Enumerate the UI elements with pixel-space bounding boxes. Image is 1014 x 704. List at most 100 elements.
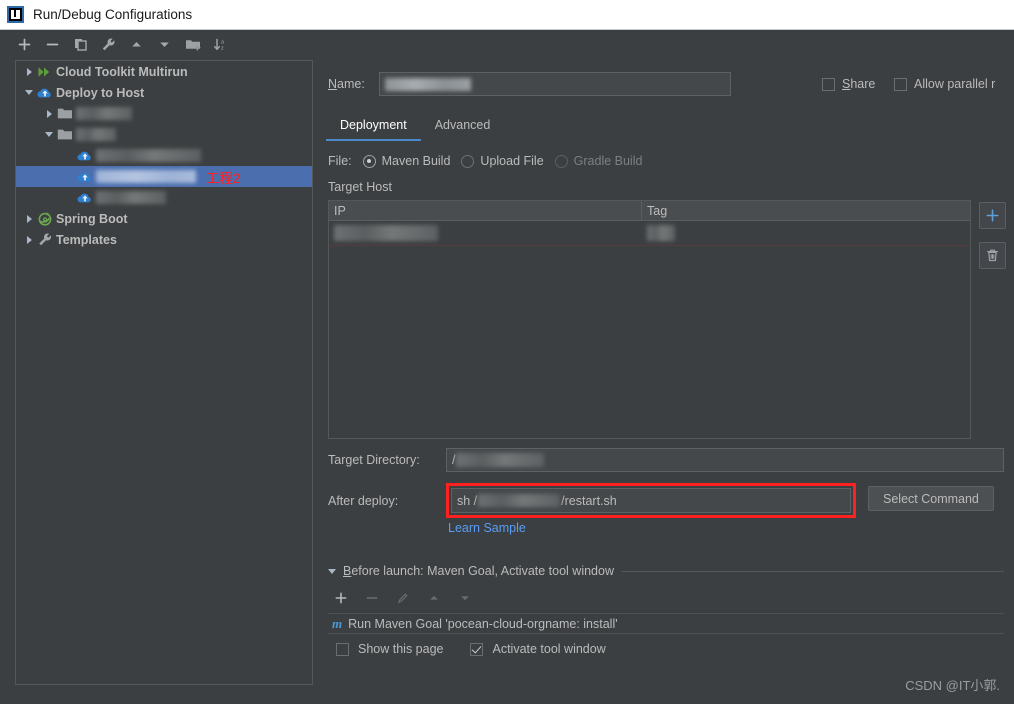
name-input[interactable] [378, 72, 731, 96]
maven-m-icon: m [332, 615, 343, 631]
allow-parallel-run-checkbox-row[interactable]: Allow parallel r [894, 77, 995, 91]
move-task-down-button [456, 590, 473, 607]
radio-gradle-build-control[interactable] [554, 154, 568, 168]
folder-icon [56, 106, 73, 122]
chevron-right-icon[interactable] [22, 233, 36, 247]
allow-parallel-run-checkbox[interactable] [894, 77, 907, 91]
tree-item-redacted-label [76, 128, 116, 141]
activate-tool-window-label: Activate tool window [492, 642, 606, 656]
table-cell-tag-redacted [647, 225, 675, 241]
before-launch-header[interactable]: Before launch: Maven Goal, Activate tool… [328, 564, 1004, 578]
after-deploy-label: After deploy: [328, 493, 399, 508]
share-checkbox[interactable] [822, 77, 835, 91]
select-command-button[interactable]: Select Command [868, 486, 994, 511]
target-host-table[interactable]: IP Tag [328, 200, 971, 439]
column-header-ip[interactable]: IP [329, 201, 642, 220]
pencil-icon [394, 590, 411, 607]
copy-configuration-button[interactable] [72, 36, 89, 53]
radio-maven-build-label: Maven Build [381, 154, 451, 168]
window-title: Run/Debug Configurations [33, 7, 193, 22]
tree-item-label: Deploy to Host [56, 85, 145, 100]
sort-az-icon[interactable]: a z [212, 36, 229, 53]
move-up-button[interactable] [128, 36, 145, 53]
radio-upload-file-control[interactable] [461, 154, 475, 168]
share-checkbox-row[interactable]: Share [822, 77, 875, 91]
tree-item[interactable]: Spring Boot [16, 208, 312, 229]
before-launch-item-label: Run Maven Goal 'pocean-cloud-orgname: in… [348, 616, 618, 631]
target-directory-input[interactable]: / [446, 448, 1004, 472]
remove-task-button [363, 590, 380, 607]
table-row[interactable] [329, 221, 970, 246]
radio-maven-build[interactable]: Maven Build [362, 154, 451, 168]
activate-tool-window-checkbox[interactable] [470, 642, 484, 656]
tree-item-label: Templates [56, 232, 117, 247]
radio-gradle-build[interactable]: Gradle Build [554, 154, 643, 168]
add-task-button[interactable] [332, 590, 349, 607]
editor-tabs: Deployment Advanced [326, 115, 504, 141]
add-host-button[interactable] [979, 202, 1006, 229]
tree-item[interactable]: Deploy to Host [16, 82, 312, 103]
radio-maven-build-control[interactable] [362, 154, 376, 168]
configurations-tree[interactable]: Cloud Toolkit Multirun Deploy to Host 工程2 S… [15, 60, 313, 685]
watermark: CSDN @IT小郭. [905, 678, 1000, 693]
chevron-down-icon[interactable] [42, 128, 56, 142]
before-launch-list[interactable]: m Run Maven Goal 'pocean-cloud-orgname: … [328, 613, 1004, 634]
tree-item-annotation: 工程2 [206, 170, 241, 186]
delete-host-button[interactable] [979, 242, 1006, 269]
remove-configuration-button[interactable] [44, 36, 61, 53]
wrench-icon[interactable] [100, 36, 117, 53]
tab-advanced[interactable]: Advanced [421, 115, 505, 141]
tree-item[interactable] [16, 124, 312, 145]
column-header-tag[interactable]: Tag [642, 201, 970, 220]
tree-item[interactable]: Cloud Toolkit Multirun [16, 61, 312, 82]
allow-parallel-run-label: Allow parallel r [914, 77, 996, 91]
learn-sample-link[interactable]: Learn Sample [448, 521, 526, 535]
before-launch-options: Show this page Activate tool window [336, 642, 606, 656]
tree-item[interactable]: 工程2 [16, 166, 312, 187]
show-this-page-checkbox[interactable] [336, 642, 349, 656]
chevron-right-icon[interactable] [22, 212, 36, 226]
after-deploy-input[interactable]: sh / /restart.sh [451, 488, 851, 513]
window-titlebar: Run/Debug Configurations [0, 0, 1014, 30]
chevron-right-icon[interactable] [22, 65, 36, 79]
after-deploy-prefix: sh / [457, 493, 478, 508]
tree-item-redacted-label [96, 149, 201, 162]
tree-item[interactable] [16, 103, 312, 124]
tree-item-redacted-label [96, 191, 166, 204]
wrench-icon [36, 232, 53, 248]
tree-item[interactable] [16, 145, 312, 166]
table-cell-ip[interactable] [329, 221, 642, 246]
after-deploy-highlight: sh / /restart.sh [446, 483, 856, 518]
target-host-label: Target Host [328, 180, 392, 194]
tab-deployment[interactable]: Deployment [326, 115, 421, 141]
chevron-down-icon[interactable] [22, 86, 36, 100]
tree-item[interactable]: Templates [16, 229, 312, 250]
name-label: Name: [328, 77, 365, 91]
tree-item[interactable] [16, 187, 312, 208]
folder-add-icon[interactable] [184, 36, 201, 53]
tree-item-label: Cloud Toolkit Multirun [56, 64, 188, 79]
name-row: Name: [328, 72, 731, 96]
cloud-blue-icon [76, 190, 93, 206]
cloud-blue-icon [36, 85, 53, 101]
add-configuration-button[interactable] [16, 36, 33, 53]
target-directory-redacted [456, 453, 545, 467]
after-deploy-suffix: /restart.sh [561, 493, 617, 508]
name-redacted-value [384, 77, 471, 91]
folder-icon [56, 127, 73, 143]
table-cell-tag[interactable] [642, 221, 970, 246]
target-directory-value: / [452, 453, 456, 467]
move-down-button[interactable] [156, 36, 173, 53]
chevron-down-icon[interactable] [328, 568, 336, 574]
radio-upload-file-label: Upload File [480, 154, 544, 168]
tree-twisty-spacer [62, 170, 76, 184]
share-label: Share [842, 77, 876, 91]
tree-item-redacted-label [76, 107, 132, 120]
configurations-pane: a z Cloud Toolkit Multirun Deploy to Host… [0, 30, 318, 704]
cloud-blue-icon [76, 148, 93, 164]
radio-upload-file[interactable]: Upload File [461, 154, 544, 168]
radio-gradle-build-label: Gradle Build [573, 154, 643, 168]
chevron-right-icon[interactable] [42, 107, 56, 121]
file-type-row: File: Maven Build Upload File Gradle Bui… [328, 154, 642, 168]
double-play-green-icon [36, 64, 53, 80]
